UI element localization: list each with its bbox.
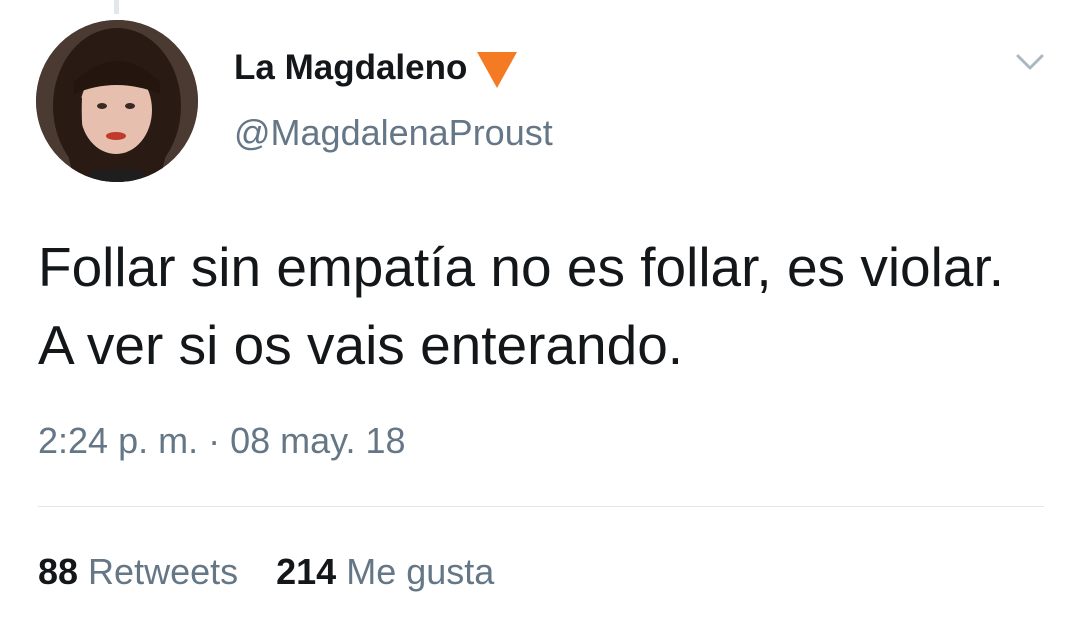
likes-count: 214	[276, 551, 337, 592]
tweet-text: Follar sin empatía no es follar, es viol…	[38, 236, 1005, 376]
author-display-name-row[interactable]: La Magdaleno	[234, 48, 518, 88]
retweets-stat[interactable]: 88 Retweets	[38, 551, 238, 593]
retweets-label: Retweets	[88, 551, 239, 592]
likes-label: Me gusta	[346, 551, 495, 592]
author-display-name[interactable]: La Magdaleno	[234, 48, 467, 88]
tweet-timestamp[interactable]: 2:24 p. m. · 08 may. 18	[38, 420, 406, 462]
avatar-photo	[36, 20, 198, 182]
avatar[interactable]	[36, 20, 198, 182]
chevron-down-icon[interactable]	[1010, 46, 1050, 78]
author-handle[interactable]: @MagdalenaProust	[234, 112, 553, 154]
thread-connector-line	[114, 0, 119, 14]
divider	[38, 506, 1044, 507]
tweet-stats: 88 Retweets 214 Me gusta	[38, 551, 532, 593]
orange-triangle-icon	[477, 52, 518, 88]
retweets-count: 88	[38, 551, 79, 592]
likes-stat[interactable]: 214 Me gusta	[276, 551, 494, 593]
